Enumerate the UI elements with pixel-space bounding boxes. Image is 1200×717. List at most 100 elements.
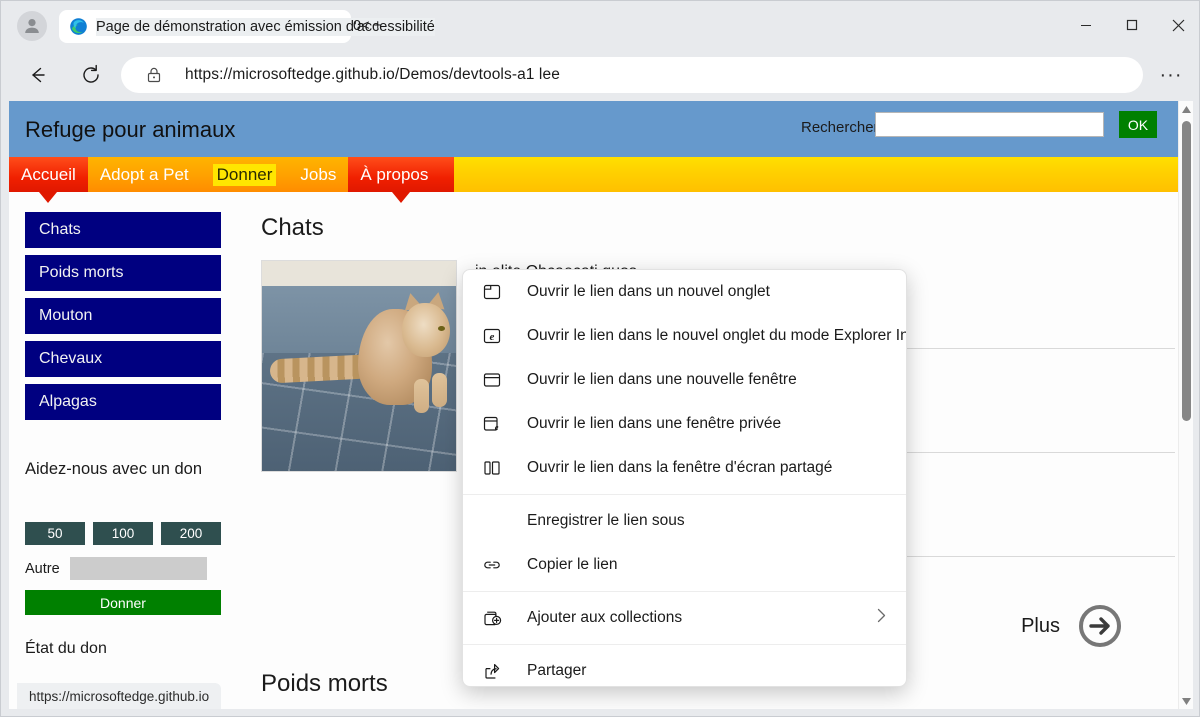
menu-separator — [463, 494, 906, 495]
menu-item-label: Ouvrir le lien dans la fenêtre d'écran p… — [527, 459, 833, 476]
search-label: Rechercher — [801, 119, 879, 136]
profile-avatar[interactable] — [17, 11, 47, 41]
menu-item-label: Copier le lien — [527, 556, 618, 573]
site-title: Refuge pour animaux — [25, 117, 236, 142]
menu-item-open-link-ie-mode[interactable]: e Ouvrir le lien dans le nouvel onglet d… — [463, 314, 906, 358]
scrollbar-thumb[interactable] — [1182, 121, 1191, 421]
menu-item-label: Ajouter aux collections — [527, 609, 683, 626]
menu-item-label: Partager — [527, 662, 587, 679]
search-submit-button[interactable]: OK — [1119, 111, 1157, 138]
cat-eye — [438, 326, 445, 331]
sidebar-item-chats[interactable]: Chats — [25, 212, 221, 248]
menu-separator — [463, 591, 906, 592]
blank-icon — [481, 510, 503, 532]
more-label: Plus — [1021, 614, 1060, 637]
cat-leg-front — [414, 379, 429, 413]
browser-more-button[interactable]: ··· — [1155, 59, 1187, 91]
nav-item-jobs[interactable]: Jobs — [288, 157, 349, 192]
close-icon — [1172, 19, 1184, 31]
arrow-right-circle-icon — [1079, 605, 1121, 647]
close-button[interactable] — [1155, 5, 1199, 45]
menu-item-label: Ouvrir le lien dans une nouvelle fenêtre — [527, 371, 797, 388]
reload-button[interactable] — [73, 57, 109, 93]
menu-item-open-link-inprivate[interactable]: e Ouvrir le lien dans une fenêtre privée — [463, 402, 906, 446]
url-text: https://microsoftedge.github.io/Demos/de… — [185, 66, 560, 83]
maximize-icon — [1126, 19, 1138, 31]
title-bar: Page de démonstration avec émission d'ac… — [1, 1, 1199, 49]
menu-item-label: Enregistrer le lien sous — [527, 512, 685, 529]
sidebar-categories: Chats Poids morts Mouton Chevaux Alpagas — [25, 212, 221, 427]
reload-icon — [83, 64, 99, 83]
edge-favicon — [70, 18, 87, 35]
browser-window: Page de démonstration avec émission d'ac… — [0, 0, 1200, 717]
address-bar[interactable]: https://microsoftedge.github.io/Demos/de… — [121, 57, 1143, 93]
context-menu: Ouvrir le lien dans un nouvel onglet e O… — [462, 269, 907, 687]
donate-amount-200[interactable]: 200 — [161, 522, 221, 545]
nav-item-accueil[interactable]: Accueil — [9, 157, 88, 192]
nav-item-donner[interactable]: Donner — [200, 157, 289, 192]
nav-label: Jobs — [300, 164, 337, 184]
menu-item-open-link-split-screen[interactable]: Ouvrir le lien dans la fenêtre d'écran p… — [463, 446, 906, 490]
browser-tab[interactable]: Page de démonstration avec émission d'ac… — [59, 10, 435, 43]
menu-item-copy-link[interactable]: Copier le lien — [463, 543, 906, 587]
donate-amount-100[interactable]: 100 — [93, 522, 153, 545]
chevron-down-icon — [1182, 697, 1191, 705]
donate-submit-button[interactable]: Donner — [25, 590, 221, 615]
sidebar-item-alpagas[interactable]: Alpagas — [25, 384, 221, 420]
inprivate-icon: e — [481, 413, 503, 435]
menu-item-open-link-new-tab[interactable]: Ouvrir le lien dans un nouvel onglet — [463, 270, 906, 314]
cat-tail — [269, 354, 367, 384]
maximize-button[interactable] — [1109, 5, 1155, 45]
donate-other-input[interactable] — [69, 557, 207, 580]
person-icon — [25, 19, 39, 33]
donate-amount-50[interactable]: 50 — [25, 522, 85, 545]
collections-icon — [481, 607, 503, 629]
new-tab-icon — [481, 281, 503, 303]
scroll-up-button[interactable] — [1179, 101, 1193, 117]
donate-heading: Aidez-nous avec un don — [25, 460, 203, 478]
nav-label: Adopt a Pet — [99, 164, 189, 184]
pet-card — [261, 260, 457, 472]
sidebar-item-chevaux[interactable]: Chevaux — [25, 341, 221, 377]
donate-status-label: État du don — [25, 640, 107, 657]
donate-other-row: Autre — [25, 557, 207, 580]
menu-separator — [463, 644, 906, 645]
split-screen-icon — [481, 457, 503, 479]
site-nav: Accueil Adopt a Pet Donner Jobs À propos — [9, 157, 1178, 192]
ie-mode-icon: e — [481, 325, 503, 347]
menu-item-label: Ouvrir le lien dans un nouvel onglet — [527, 283, 770, 300]
sidebar-item-mouton[interactable]: Mouton — [25, 298, 221, 334]
minimize-button[interactable] — [1063, 5, 1109, 45]
nav-item-adopt-a-pet[interactable]: Adopt a Pet — [87, 157, 201, 192]
lock-icon — [147, 67, 161, 83]
nav-label: À propos — [360, 164, 429, 184]
link-icon — [481, 554, 503, 576]
menu-item-save-link-as[interactable]: Enregistrer le lien sous — [463, 499, 906, 543]
menu-item-label: Ouvrir le lien dans le nouvel onglet du … — [527, 327, 907, 344]
status-bar-url: https://microsoftedge.github.io — [17, 683, 222, 709]
back-arrow-icon — [32, 67, 45, 83]
new-window-icon — [481, 369, 503, 391]
section-heading-poids-morts: Poids morts — [261, 670, 388, 697]
sidebar-item-poids-morts[interactable]: Poids morts — [25, 255, 221, 291]
donate-other-label: Autre — [25, 560, 60, 577]
nav-item-a-propos[interactable]: À propos — [348, 157, 455, 192]
menu-item-add-to-collections[interactable]: Ajouter aux collections — [463, 596, 906, 640]
scroll-down-button[interactable] — [1179, 693, 1193, 709]
menu-item-open-link-new-window[interactable]: Ouvrir le lien dans une nouvelle fenêtre — [463, 358, 906, 402]
menu-item-label: Ouvrir le lien dans une fenêtre privée — [527, 415, 782, 432]
chevron-right-icon — [877, 608, 886, 628]
more-link[interactable]: Plus — [1021, 604, 1122, 648]
cat-photo — [261, 260, 457, 472]
page-viewport: Refuge pour animaux Rechercher OK Accuei… — [9, 101, 1193, 709]
cat-leg-back — [432, 373, 447, 407]
site-header: Refuge pour animaux Rechercher OK — [9, 101, 1178, 157]
svg-text:e: e — [490, 331, 495, 343]
page-scrollbar[interactable] — [1178, 101, 1193, 709]
svg-text:e: e — [495, 422, 499, 432]
menu-item-share[interactable]: Partager — [463, 649, 906, 686]
tab-title: Page de démonstration avec émission d'ac… — [96, 17, 435, 36]
search-input[interactable] — [875, 112, 1104, 137]
back-button[interactable] — [19, 57, 55, 93]
minimize-icon — [1081, 25, 1091, 26]
